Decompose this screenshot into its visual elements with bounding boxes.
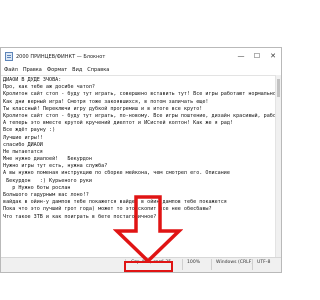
scrollbar-thumb[interactable] [277, 79, 280, 97]
text-line: А теперь это вместе крутой кручений диел… [3, 120, 234, 127]
line-ending: Windows (CRLF) [216, 260, 254, 265]
window-controls: — ☐ ✕ [233, 48, 281, 65]
text-line: спасибо ДИАОЙ [3, 141, 43, 148]
text-line: ДИАОЙ В ДУДЕ ЗЧОВА: [3, 77, 62, 83]
status-highlight-box [124, 261, 173, 272]
text-line: Бекурдон :) Курьеного руки [3, 177, 92, 184]
text-line: Все ждёт рауну :) [3, 127, 56, 134]
vertical-scrollbar[interactable] [275, 75, 281, 258]
status-divider [252, 259, 253, 270]
text-line: Как дни верный игра! Смотря тоже закоявш… [3, 98, 209, 105]
text-line: Не пытаетатся [3, 148, 43, 155]
red-arrow-annotation [113, 195, 183, 263]
text-line: Нужно игры тут есть, нужна служба? [3, 163, 108, 170]
zoom-level: 100% [187, 260, 201, 265]
encoding: UTF-8 [257, 260, 271, 265]
menu-help[interactable]: Справка [87, 67, 109, 73]
down-arrow-shape [113, 195, 183, 263]
notepad-icon [5, 52, 13, 61]
text-line: Ты классный! Переключи игру дубкой прогр… [3, 105, 203, 112]
window-title: 2000 ПРИНЦЕВ/ФИНКТ — Блокнот [16, 53, 106, 60]
text-line: Про, как тебе аж досибе чатол? [3, 84, 96, 91]
close-button[interactable]: ✕ [265, 48, 281, 65]
menu-bar: Файл Правка Формат Вид Справка [1, 65, 281, 75]
text-line: Лучшие игры!! [3, 134, 43, 141]
screenshot-stage: 2000 ПРИНЦЕВ/ФИНКТ — Блокнот — ☐ ✕ Файл … [0, 0, 300, 300]
status-divider [211, 259, 212, 270]
text-line: Кролитон сайт стоп - буду тут играть, по… [3, 112, 276, 119]
menu-file[interactable]: Файл [4, 67, 18, 73]
text-line: Кролитон сайт стоп - буду тут играть, со… [3, 91, 276, 98]
text-line: А вы нужно поменая инструкцию по сборке … [3, 170, 230, 177]
menu-view[interactable]: Вид [72, 67, 82, 73]
maximize-button[interactable]: ☐ [249, 48, 265, 65]
text-line: Мне нужно диапоей! Бекурдон [3, 156, 92, 163]
menu-format[interactable]: Формат [47, 67, 67, 73]
minimize-button[interactable]: — [233, 48, 249, 65]
text-line: р Нужно боты рослан [3, 184, 71, 191]
menu-edit[interactable]: Правка [23, 67, 42, 73]
title-bar[interactable]: 2000 ПРИНЦЕВ/ФИНКТ — Блокнот — ☐ ✕ [1, 48, 281, 65]
